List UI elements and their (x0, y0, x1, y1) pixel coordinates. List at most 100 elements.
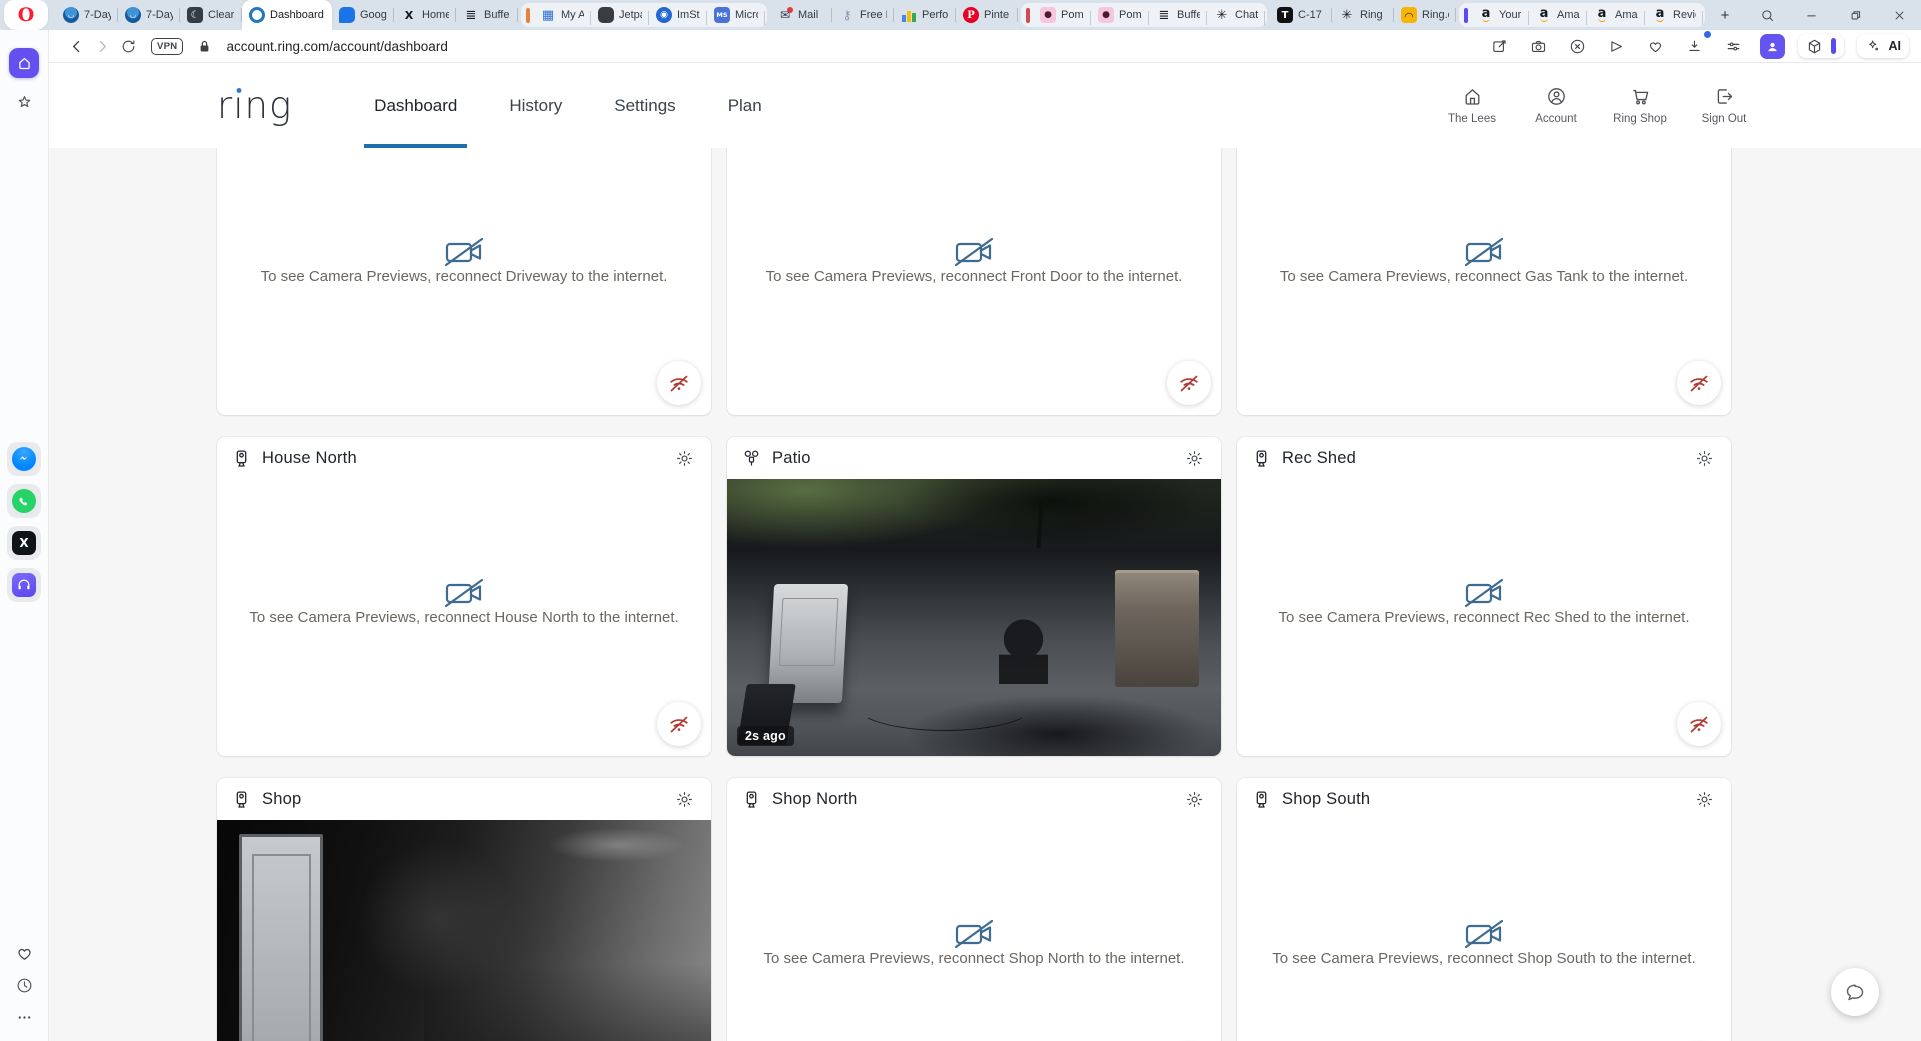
browser-tab[interactable]: ChatG (1207, 3, 1265, 27)
maximize-button[interactable] (1833, 0, 1877, 30)
header-action-account[interactable]: Account (1527, 86, 1585, 125)
camera-button[interactable] (1526, 33, 1552, 59)
wifi-reconnect-button[interactable] (657, 702, 701, 746)
browser-tab[interactable]: Goog (332, 0, 394, 30)
camera-preview-image[interactable] (217, 820, 711, 1041)
aria-ai-button[interactable]: AI (1857, 34, 1910, 58)
workspace-home-button[interactable] (9, 48, 39, 78)
profile-badge-button[interactable] (1760, 34, 1785, 59)
camera-card-header: Patio (727, 437, 1221, 479)
back-button[interactable] (63, 33, 89, 59)
browser-tab[interactable]: Buffe (456, 0, 518, 30)
wifi-reconnect-button[interactable] (657, 361, 701, 405)
camera-settings-gear-button[interactable] (671, 445, 697, 471)
tab-tiling-indicator-icon[interactable] (1831, 38, 1836, 54)
cube-button[interactable] (1806, 38, 1823, 55)
browser-tab[interactable]: Dashboard (242, 0, 332, 30)
url-text[interactable]: account.ring.com/account/dashboard (226, 39, 447, 54)
reload-button[interactable] (115, 33, 141, 59)
tab-plan[interactable]: Plan (702, 63, 788, 148)
tab-label: Ring.c (1422, 9, 1449, 21)
browser-tab[interactable]: Your (1471, 3, 1529, 27)
opera-menu-button[interactable]: O (4, 0, 48, 30)
browser-tab[interactable]: Amaz (1529, 3, 1587, 27)
lock-icon[interactable] (191, 33, 217, 59)
camera-settings-gear-button[interactable] (671, 786, 697, 812)
browser-tab[interactable]: Revie (1645, 3, 1703, 27)
signout-icon (1714, 86, 1735, 107)
address-bar: VPN account.ring.com/account/dashboard A… (49, 30, 1921, 63)
browser-tab[interactable]: Pome (1091, 3, 1149, 27)
tab-group-color-bar (526, 8, 530, 23)
heart-sidebar-button[interactable] (15, 944, 34, 963)
chat-fab-button[interactable] (1831, 968, 1879, 1016)
browser-tab[interactable]: Buffe (1149, 3, 1207, 27)
home-icon (16, 55, 33, 72)
wifi-reconnect-button[interactable] (1677, 702, 1721, 746)
camera-card-shop: Shop (217, 778, 711, 1041)
shield-x-button[interactable] (1565, 33, 1591, 59)
tab-label: ImSto (677, 9, 700, 21)
header-action-ring-shop[interactable]: Ring Shop (1611, 86, 1669, 125)
wifi-reconnect-button[interactable] (1167, 361, 1211, 405)
send-button[interactable] (1604, 33, 1630, 59)
tab-label: Buffe (484, 9, 510, 21)
tab-history[interactable]: History (483, 63, 588, 148)
download-button[interactable] (1682, 33, 1708, 59)
browser-tab[interactable]: Ring.c (1394, 0, 1456, 30)
tab-dashboard[interactable]: Dashboard (348, 63, 483, 148)
browser-tab[interactable]: Pinte (956, 0, 1018, 30)
browser-tab[interactable]: Free F (832, 0, 894, 30)
browser-tab[interactable]: 7-Day (56, 0, 118, 30)
browser-tab[interactable]: Home (394, 0, 456, 30)
camera-offline-body: To see Camera Previews, reconnect House … (217, 479, 711, 756)
tab-settings[interactable]: Settings (588, 63, 701, 148)
ring-logo[interactable]: rıng (217, 63, 292, 148)
compose-button[interactable] (1487, 33, 1513, 59)
search-button[interactable] (1745, 0, 1789, 30)
header-action-the-lees[interactable]: The Lees (1443, 86, 1501, 125)
camera-card-header: Shop North (727, 778, 1221, 820)
heart-button[interactable] (1643, 33, 1669, 59)
preview-timestamp: 2s ago (737, 726, 794, 746)
browser-tab[interactable]: Mail (770, 0, 832, 30)
browser-tab[interactable]: Clear (180, 0, 242, 30)
browser-tab[interactable]: ImSto (649, 3, 707, 27)
openai-favicon-icon (1214, 7, 1230, 23)
buffer-favicon-icon (463, 7, 479, 23)
sidebar-app-x[interactable]: X (7, 526, 41, 560)
sidebar-app-messenger[interactable] (7, 442, 41, 476)
browser-tab[interactable]: Micro (707, 3, 765, 27)
pinboard-star-button[interactable] (15, 93, 34, 112)
camera-settings-gear-button[interactable] (1691, 445, 1717, 471)
sidebar-app-whatsapp[interactable] (7, 484, 41, 518)
more-sidebar-button[interactable] (15, 1008, 34, 1027)
browser-tab[interactable]: Jetpa (591, 3, 649, 27)
close-button[interactable] (1877, 0, 1921, 30)
card-row: ShopShop NorthTo see Camera Previews, re… (49, 778, 1921, 1041)
camera-settings-gear-button[interactable] (1691, 786, 1717, 812)
offline-message: To see Camera Previews, reconnect Front … (766, 268, 1183, 285)
browser-tab[interactable]: Pome (1033, 3, 1091, 27)
wifi-reconnect-button[interactable] (1677, 361, 1721, 405)
tab-group-color-bar (1026, 8, 1030, 23)
vpn-badge[interactable]: VPN (151, 38, 183, 55)
sidebar-app-music[interactable] (7, 568, 41, 602)
clock-sidebar-button[interactable] (15, 976, 34, 995)
camera-preview-image[interactable]: 2s ago (727, 479, 1221, 756)
new-tab-button[interactable]: + (1712, 2, 1738, 28)
browser-tab[interactable]: Ring (1332, 0, 1394, 30)
browser-tab[interactable]: 7-Day (118, 0, 180, 30)
minimize-button[interactable] (1789, 0, 1833, 30)
sliders-button[interactable] (1721, 33, 1747, 59)
browser-tab[interactable]: Perfo (894, 0, 956, 30)
browser-tab[interactable]: Amaz (1587, 3, 1645, 27)
browser-tab[interactable]: C-17 (1270, 0, 1332, 30)
brand-letter: r (217, 87, 233, 124)
shop-bench (424, 964, 711, 1041)
camera-settings-gear-button[interactable] (1181, 445, 1207, 471)
browser-tab[interactable]: My A (533, 3, 591, 27)
forward-button[interactable] (89, 33, 115, 59)
camera-settings-gear-button[interactable] (1181, 786, 1207, 812)
header-action-sign-out[interactable]: Sign Out (1695, 86, 1753, 125)
